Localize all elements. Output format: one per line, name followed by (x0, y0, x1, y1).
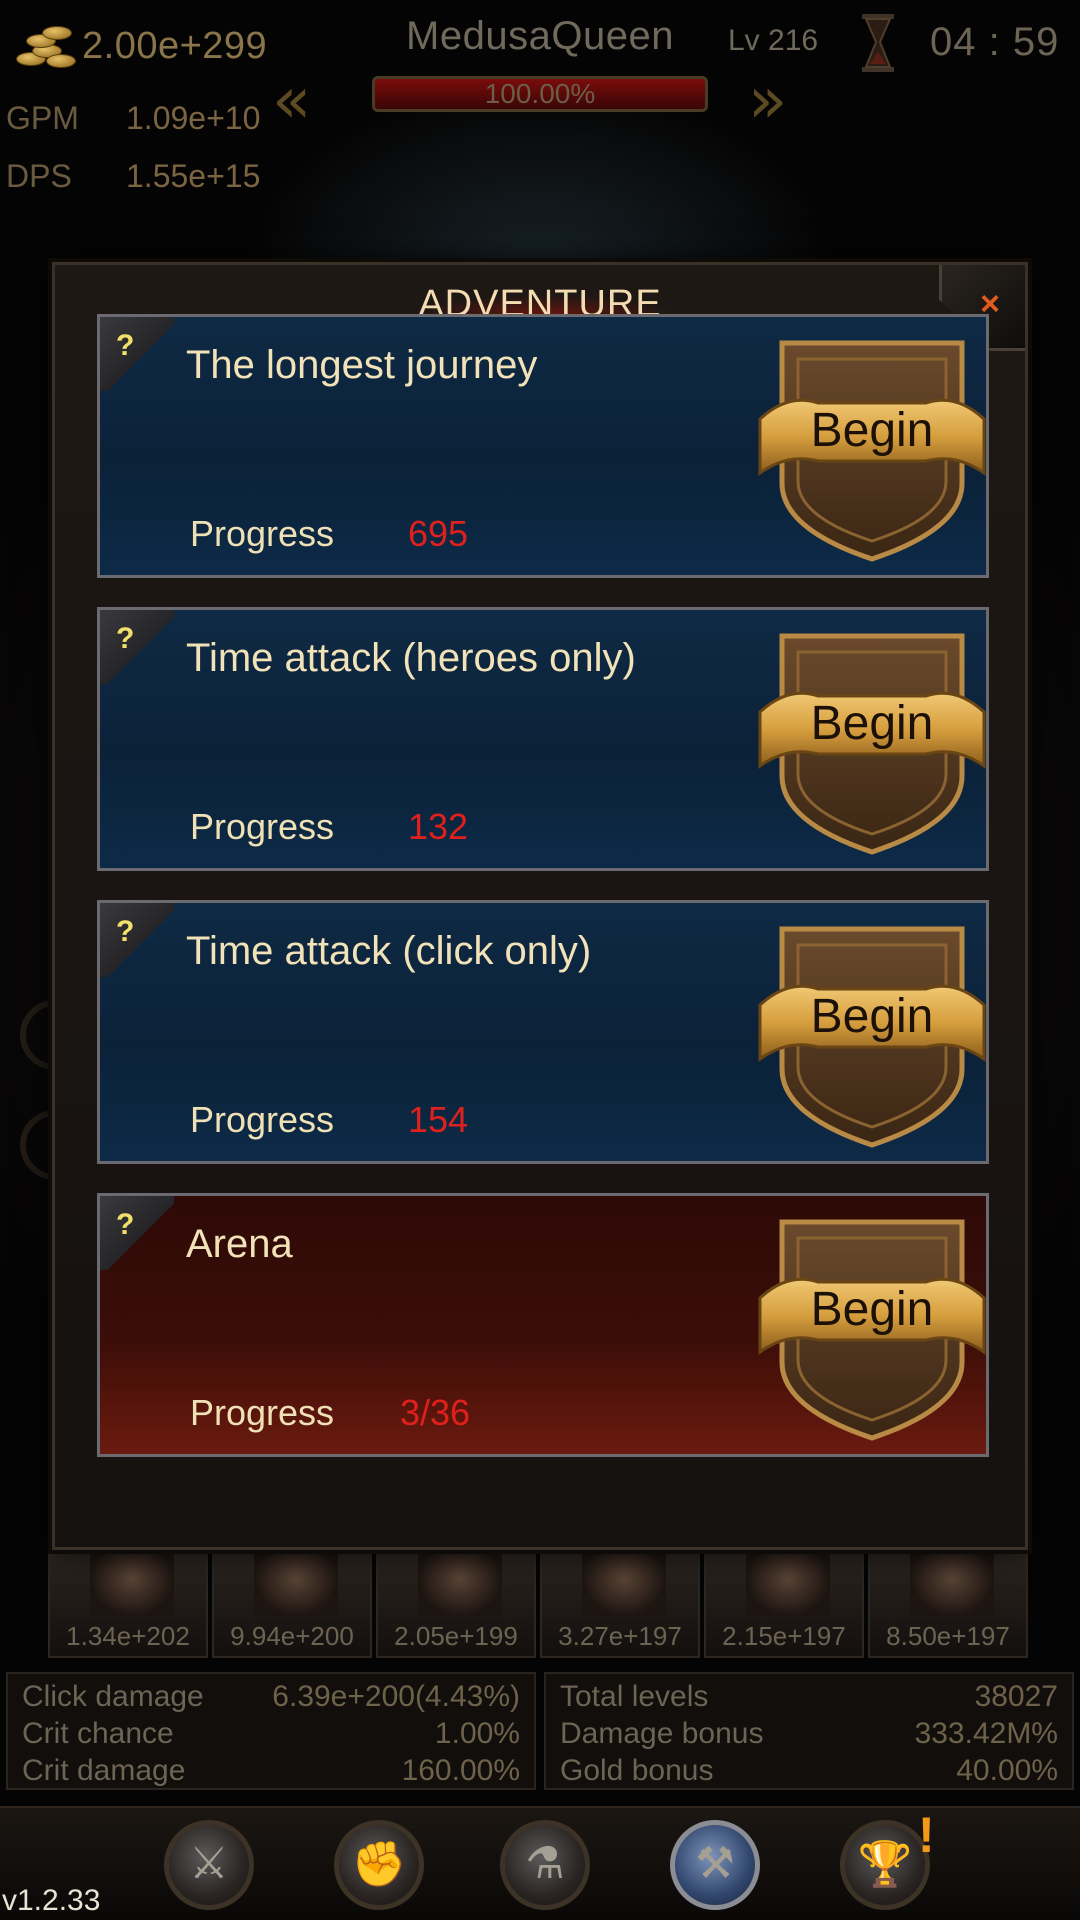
stats-left: Click damage 6.39e+200(4.43%) Crit chance… (6, 1672, 536, 1790)
progress-label: Progress (190, 1392, 335, 1433)
adventure-mode-card: ? Time attack (click only) Progress 154 … (97, 900, 989, 1164)
mode-name: Arena (186, 1222, 293, 1266)
hero-dps: 8.50e+197 (886, 1621, 1010, 1651)
progress-value: 154 (408, 1099, 469, 1140)
dps-value: 1.55e+15 (126, 158, 261, 194)
adventure-mode-card: ? Time attack (heroes only) Progress 132… (97, 607, 989, 871)
help-icon[interactable]: ? (116, 622, 134, 656)
begin-button[interactable]: Begin (758, 626, 986, 856)
gpm-value: 1.09e+10 (126, 100, 261, 136)
help-corner[interactable] (100, 1196, 174, 1270)
help-corner[interactable] (100, 610, 174, 684)
player-name: MedusaQueen (406, 14, 674, 58)
begin-label: Begin (810, 1283, 934, 1336)
stat-row: Damage bonus 333.42M% (560, 1717, 1058, 1753)
stat-row: Total levels 38027 (560, 1680, 1058, 1716)
stat-label: Total levels (560, 1680, 709, 1713)
hero-portrait (90, 1554, 174, 1616)
stat-row: Gold bonus 40.00% (560, 1754, 1058, 1790)
nav-button[interactable]: ⚗ (486, 1816, 604, 1916)
mode-name: Time attack (heroes only) (186, 636, 636, 680)
stat-label: Gold bonus (560, 1754, 714, 1787)
hero-dps: 9.94e+200 (230, 1621, 354, 1651)
hourglass-icon (862, 14, 894, 72)
dps-stat: DPS 1.55e+15 (6, 158, 260, 195)
boss-health-text: 100.00% (484, 78, 596, 109)
progress-value: 3/36 (400, 1392, 471, 1433)
gpm-stat: GPM 1.09e+10 (6, 100, 260, 137)
boss-health-bar: 100.00% (372, 76, 708, 112)
nav-button[interactable]: ✊ (320, 1816, 438, 1916)
adventure-mode-card: ? The longest journey Progress 695 Begin (97, 314, 989, 578)
mode-name: Time attack (click only) (186, 929, 592, 973)
help-icon[interactable]: ? (116, 915, 134, 949)
hero-strip: 1.34e+202 9.94e+200 2.05e+199 3.27e+197 … (48, 1552, 1032, 1660)
hero-slot[interactable]: 1.34e+202 (48, 1552, 208, 1658)
nav-button[interactable]: ⚒ (656, 1816, 774, 1916)
version-label: v1.2.33 (2, 1884, 101, 1917)
nav-button[interactable]: 🏆 ! (826, 1807, 944, 1916)
gpm-label: GPM (6, 100, 79, 136)
help-corner[interactable] (100, 317, 174, 391)
stat-label: Click damage (22, 1680, 204, 1713)
begin-label: Begin (810, 990, 934, 1043)
axe-helmet-icon: ⚒ (695, 1839, 735, 1888)
hero-portrait (254, 1554, 338, 1616)
begin-button[interactable]: Begin (758, 333, 986, 563)
arrow-right-icon[interactable]: » (748, 64, 787, 138)
player-level: Lv 216 (728, 24, 819, 57)
begin-button[interactable]: Begin (758, 919, 986, 1149)
hero-slot[interactable]: 2.15e+197 (704, 1552, 864, 1658)
progress-label: Progress (190, 806, 335, 847)
hero-portrait (746, 1554, 830, 1616)
crossed-swords-icon: ⚔ (189, 1839, 229, 1888)
hero-dps: 2.15e+197 (722, 1621, 846, 1651)
alert-icon: ! (918, 1807, 935, 1863)
potion-icon: ⚗ (525, 1839, 565, 1888)
hero-slot[interactable]: 9.94e+200 (212, 1552, 372, 1658)
hero-portrait (582, 1554, 666, 1616)
help-icon[interactable]: ? (116, 1208, 134, 1242)
progress-label: Progress (190, 513, 335, 554)
fist-icon: ✊ (351, 1840, 407, 1889)
hero-slot[interactable]: 3.27e+197 (540, 1552, 700, 1658)
help-corner[interactable] (100, 903, 174, 977)
hero-portrait (910, 1554, 994, 1616)
hero-dps: 2.05e+199 (394, 1621, 518, 1651)
nav-button[interactable]: ⚔ (150, 1816, 268, 1916)
stat-label: Damage bonus (560, 1717, 764, 1750)
progress-value: 132 (408, 806, 469, 847)
stat-value: 1.00% (434, 1717, 520, 1750)
begin-label: Begin (810, 697, 934, 750)
stat-value: 40.00% (956, 1754, 1058, 1787)
stat-row: Crit chance 1.00% (22, 1717, 520, 1753)
adventure-mode-card: ? Arena Progress 3/36 Begin (97, 1193, 989, 1457)
begin-button[interactable]: Begin (758, 1212, 986, 1442)
begin-label: Begin (810, 404, 934, 457)
hero-dps: 1.34e+202 (66, 1621, 190, 1651)
hero-dps: 3.27e+197 (558, 1621, 682, 1651)
stat-value: 333.42M% (914, 1717, 1058, 1750)
hero-portrait (418, 1554, 502, 1616)
progress-value: 695 (408, 513, 469, 554)
help-icon[interactable]: ? (116, 329, 134, 363)
stat-value: 38027 (974, 1680, 1058, 1713)
timer: 04 : 59 (930, 20, 1060, 64)
dps-label: DPS (6, 158, 72, 194)
stat-value: 6.39e+200(4.43%) (272, 1680, 520, 1713)
stat-row: Crit damage 160.00% (22, 1754, 520, 1790)
stats-right: Total levels 38027 Damage bonus 333.42M% G… (544, 1672, 1074, 1790)
bottom-nav: ⚔ ✊ ⚗ ⚒ 🏆 ! (0, 1806, 1080, 1920)
progress-label: Progress (190, 1099, 335, 1140)
mode-name: The longest journey (186, 343, 538, 387)
stats-panel: Click damage 6.39e+200(4.43%) Crit chance… (6, 1672, 1074, 1792)
hero-slot[interactable]: 2.05e+199 (376, 1552, 536, 1658)
hero-slot[interactable]: 8.50e+197 (868, 1552, 1028, 1658)
adventure-modal: ADVENTURE × ? The longest journey Progre… (52, 262, 1028, 1550)
stat-label: Crit chance (22, 1717, 174, 1750)
stat-value: 160.00% (401, 1754, 520, 1787)
arrow-left-icon[interactable]: « (272, 64, 311, 138)
stat-row: Click damage 6.39e+200(4.43%) (22, 1680, 520, 1716)
stat-label: Crit damage (22, 1754, 186, 1787)
